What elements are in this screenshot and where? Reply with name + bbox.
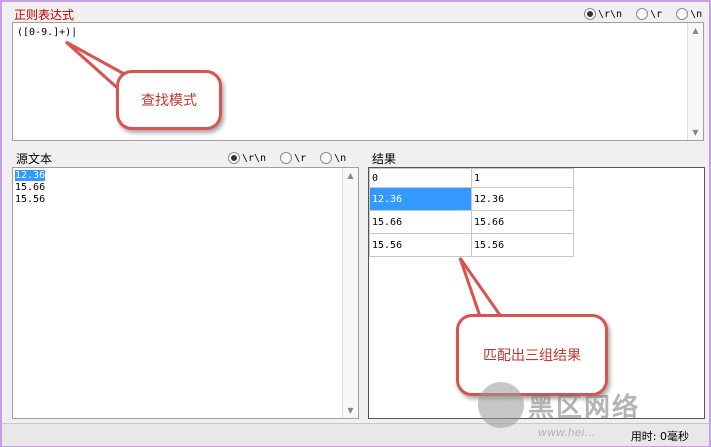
result-panel-title: 结果 [372,152,397,166]
table-row[interactable]: 12.36 12.36 [369,187,574,211]
radio-icon [280,152,293,164]
table-header-row: 0 1 [369,168,574,188]
source-line: 15.56 [15,194,46,205]
source-radio-crlf[interactable]: \r\n [228,152,266,164]
column-header[interactable]: 0 [369,168,472,188]
source-text-input[interactable]: 12.36 15.66 15.56 ▲ ▼ [12,167,359,419]
radio-icon [676,8,689,20]
table-row[interactable]: 15.56 15.56 [369,233,574,257]
scroll-down-icon[interactable]: ▼ [343,403,358,418]
source-scrollbar[interactable]: ▲ ▼ [342,168,358,418]
watermark: 黑区网络 www.hei... [478,382,641,439]
table-cell[interactable]: 15.66 [471,210,574,234]
table-row[interactable]: 15.66 15.66 [369,210,574,234]
regex-panel-title: 正则表达式 [14,8,75,22]
regex-radio-crlf[interactable]: \r\n [584,8,622,20]
elapsed-time: 用时: 0毫秒 [630,430,689,443]
source-radio-lf[interactable]: \n [320,152,346,164]
regex-scrollbar[interactable]: ▲ ▼ [687,23,703,140]
watermark-url: www.hei... [538,426,596,439]
scroll-up-icon[interactable]: ▲ [688,23,703,38]
watermark-logo-icon [478,382,524,428]
column-header[interactable]: 1 [471,168,574,188]
radio-selected-icon [584,8,596,20]
table-cell-selected[interactable]: 12.36 [369,187,472,211]
watermark-text: 黑区网络 [528,392,641,423]
source-panel-title: 源文本 [16,152,53,166]
table-cell[interactable]: 12.36 [471,187,574,211]
radio-icon [320,152,333,164]
source-line-selected: 12.36 [15,170,46,181]
scroll-down-icon[interactable]: ▼ [688,125,703,140]
radio-icon [636,8,649,20]
regex-pattern-text: ([0-9.]+)| [17,27,78,38]
scroll-up-icon[interactable]: ▲ [343,168,358,183]
regex-radio-cr[interactable]: \r [636,8,662,20]
source-radio-cr[interactable]: \r [280,152,306,164]
source-lines: 12.36 15.66 15.56 [15,170,46,206]
result-table: 0 1 12.36 12.36 15.66 15.66 15.56 15.56 [369,168,574,257]
source-line-ending-group: \r\n \r \n [218,152,346,164]
table-cell[interactable]: 15.56 [369,233,472,257]
radio-selected-icon [228,152,240,164]
regex-line-ending-group: \r\n \r \n [574,8,702,20]
table-cell[interactable]: 15.66 [369,210,472,234]
regex-radio-lf[interactable]: \n [676,8,702,20]
table-cell[interactable]: 15.56 [471,233,574,257]
callout-search-mode: 查找模式 [116,70,222,130]
source-line: 15.66 [15,182,46,193]
